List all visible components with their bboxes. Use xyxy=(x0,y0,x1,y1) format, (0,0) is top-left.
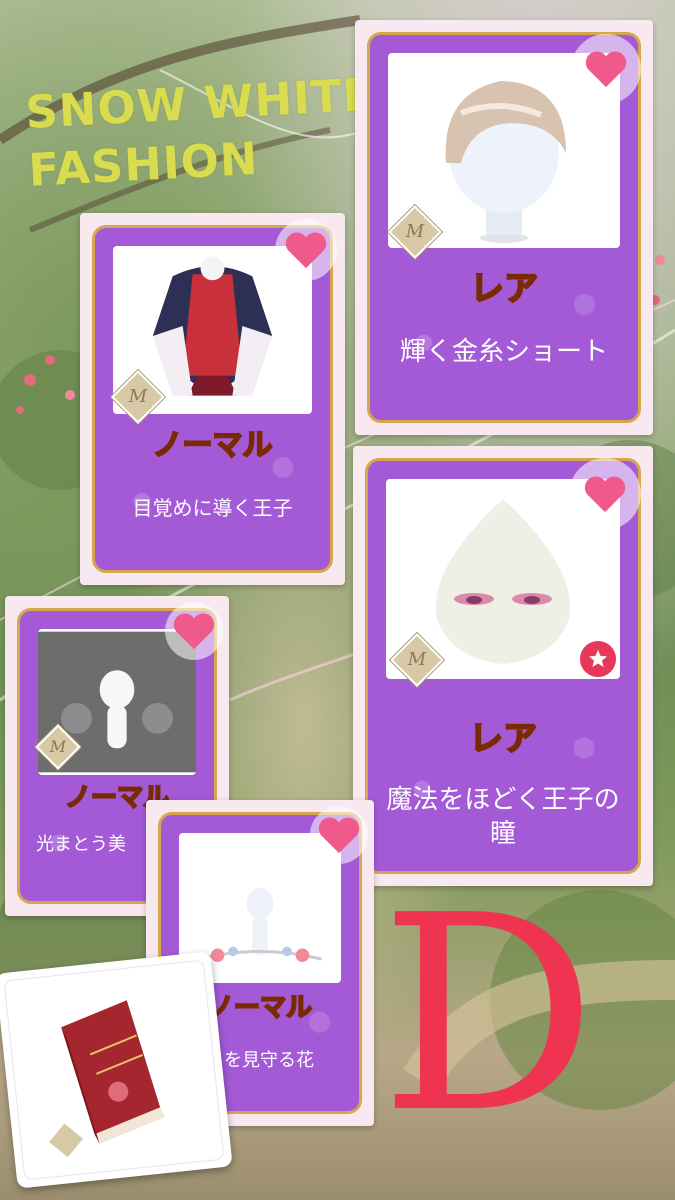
item-name: 目覚めに導く王子 xyxy=(132,496,293,520)
star-badge-icon xyxy=(578,639,618,679)
item-name: 輝く金糸ショート xyxy=(399,337,608,367)
item-card-short-hair[interactable]: M レア 輝く金糸ショート xyxy=(355,20,653,435)
grade-letter: D xyxy=(380,857,597,1172)
item-card-prince-outfit[interactable]: M ノーマル 目覚めに導く王子 xyxy=(80,213,345,585)
rarity-label: レア xyxy=(468,718,538,760)
rarity-label: ノーマル xyxy=(152,427,274,464)
book-icon xyxy=(4,960,224,1180)
heart-icon[interactable] xyxy=(275,219,337,281)
heart-icon[interactable] xyxy=(571,34,641,104)
heart-icon[interactable] xyxy=(569,458,641,530)
item-name: 魔法をほどく王子の瞳 xyxy=(386,785,620,849)
rarity-label: レア xyxy=(469,268,539,310)
item-card-prince-eyes[interactable]: M レア 魔法をほどく王子の瞳 xyxy=(353,446,653,886)
page-title: SNOW WHITE FASHION xyxy=(24,66,379,200)
heart-icon[interactable] xyxy=(310,806,368,864)
heart-icon[interactable] xyxy=(165,602,223,660)
book-item-card[interactable] xyxy=(0,951,233,1189)
